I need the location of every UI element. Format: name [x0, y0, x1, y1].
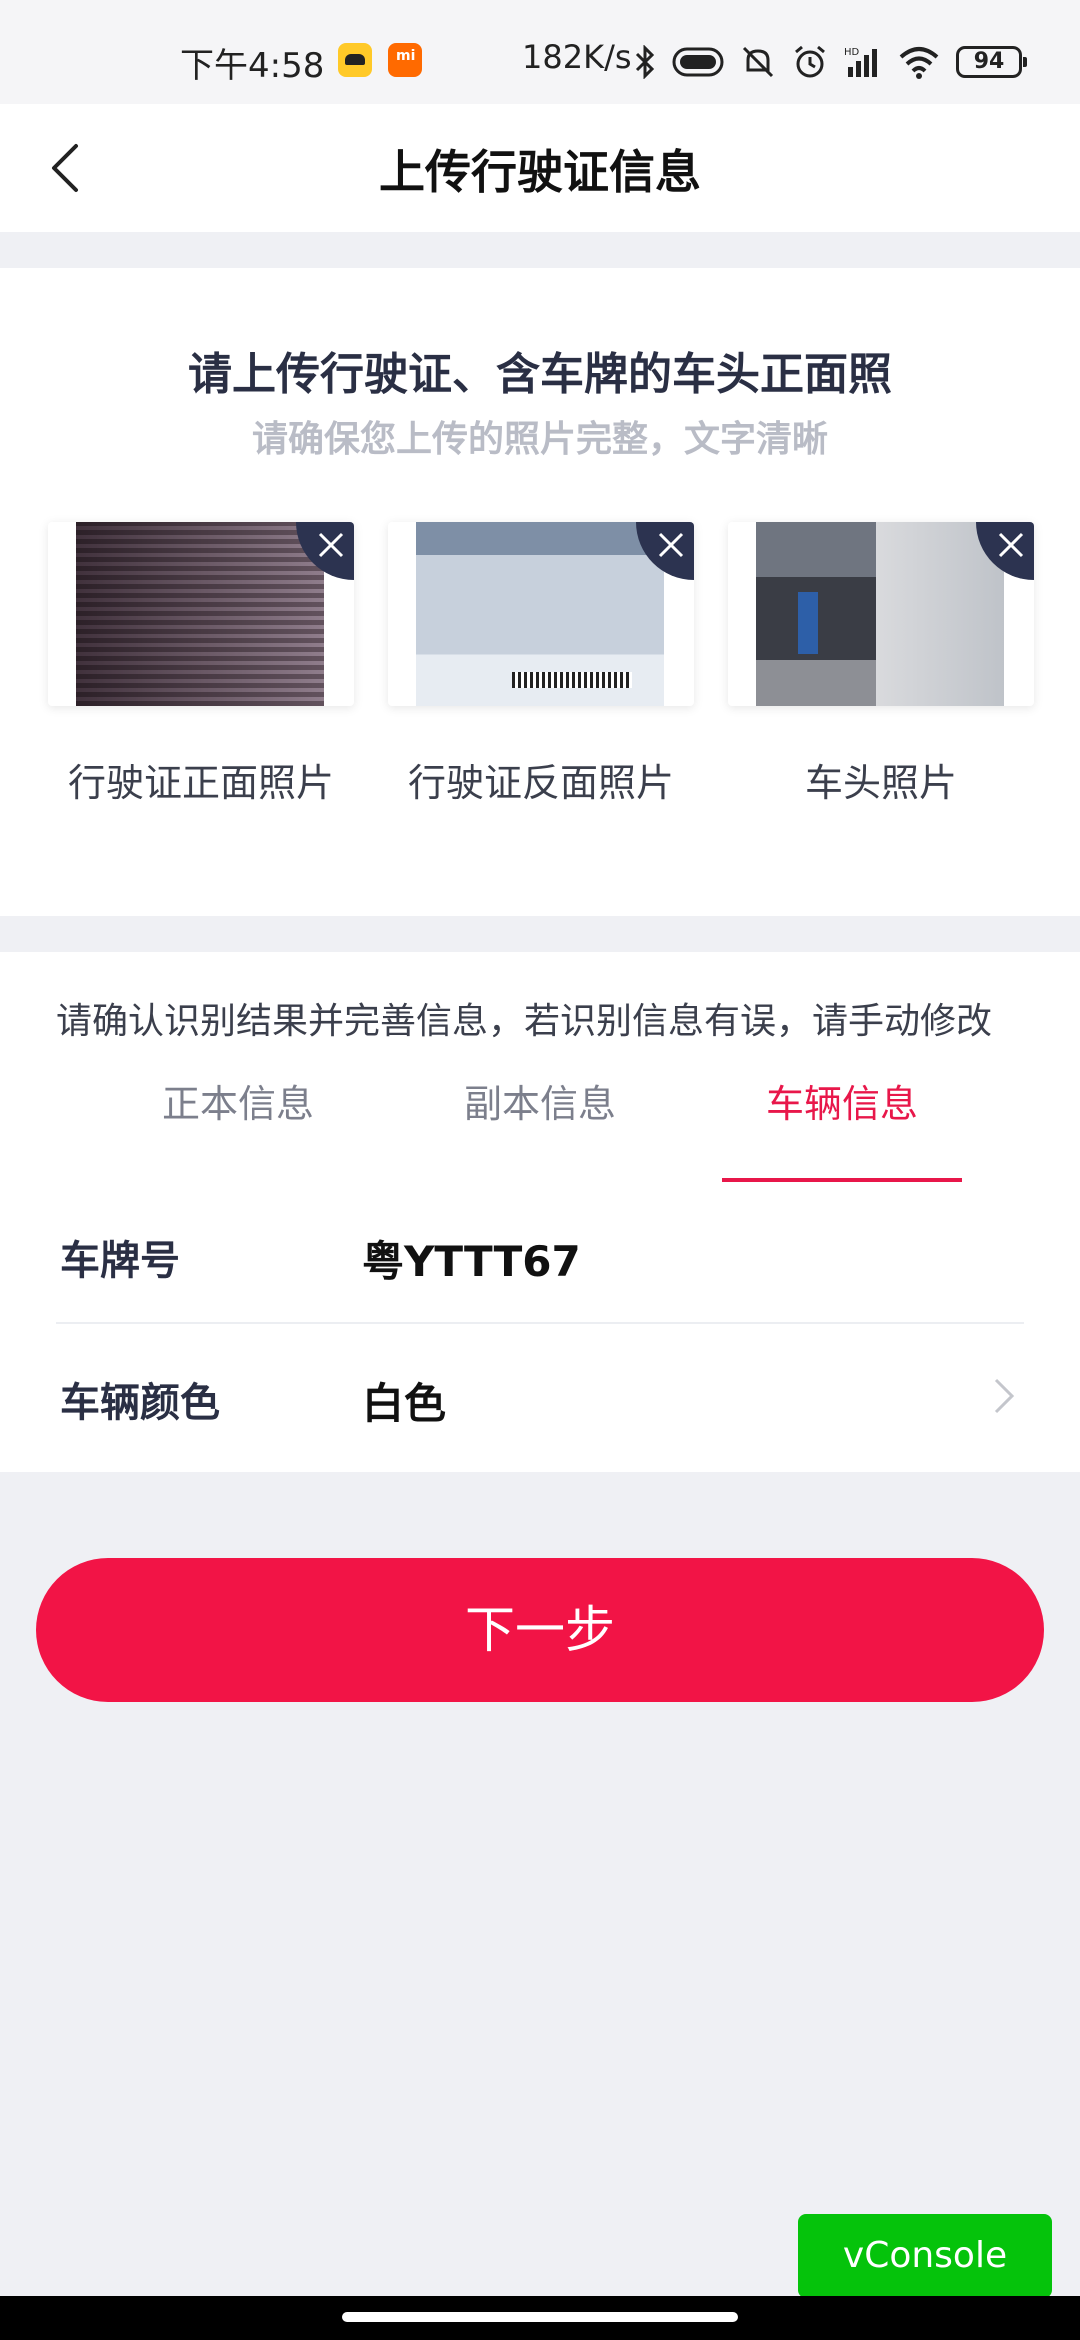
mi-app-icon: [388, 43, 422, 77]
upload-section: 请上传行驶证、含车牌的车头正面照 请确保您上传的照片完整，文字清晰 行驶证正面照…: [0, 268, 1080, 916]
page-title: 上传行驶证信息: [379, 145, 701, 199]
status-bar: 下午4:58 182K/s HD: [0, 0, 1080, 104]
photo-label: 行驶证反面照片: [407, 761, 674, 805]
vehicle-color-row[interactable]: 车辆颜色 白色: [56, 1326, 1024, 1466]
tab-vehicle-info[interactable]: 车辆信息: [722, 1072, 962, 1172]
upload-title: 请上传行驶证、含车牌的车头正面照: [188, 349, 892, 400]
photo-label: 车头照片: [804, 761, 957, 805]
license-back-photo[interactable]: [388, 522, 694, 706]
signal-icon: HD: [844, 47, 877, 77]
alarm-icon: [795, 45, 825, 78]
car-front-photo[interactable]: [728, 522, 1034, 706]
vconsole-button[interactable]: vConsole: [798, 2214, 1052, 2298]
page: 下午4:58 182K/s HD: [0, 0, 1080, 2340]
close-icon: [658, 532, 684, 558]
header: 上传行驶证信息: [0, 104, 1080, 232]
license-back-image: [416, 522, 664, 706]
status-icons: HD 94: [634, 40, 1027, 84]
close-icon: [318, 532, 344, 558]
chevron-right-icon: [994, 1378, 1015, 1414]
close-icon: [998, 532, 1024, 558]
network-speed: 182K/s: [522, 38, 632, 76]
confirm-note: 请确认识别结果并完善信息，若识别信息有误，请手动修改: [56, 1001, 993, 1042]
active-tab-indicator: [722, 1178, 962, 1182]
battery-icon: 94: [956, 46, 1027, 78]
mute-icon: [742, 46, 774, 78]
license-front-image: [76, 522, 324, 706]
next-button[interactable]: 下一步: [36, 1558, 1044, 1702]
vehicle-color-value: 白色: [362, 1379, 447, 1428]
plate-number-row[interactable]: 车牌号 粤YTTT67: [56, 1184, 1024, 1324]
toggle-icon: [672, 47, 724, 77]
upload-subtitle: 请确保您上传的照片完整，文字清晰: [251, 419, 828, 460]
car-front-image: [756, 522, 1004, 706]
photo-label: 行驶证正面照片: [67, 761, 334, 805]
tab-original-info[interactable]: 正本信息: [118, 1072, 358, 1172]
confirm-section: 请确认识别结果并完善信息，若识别信息有误，请手动修改 正本信息 副本信息 车辆信…: [0, 952, 1080, 1472]
wifi-icon: [899, 47, 939, 79]
tab-copy-info[interactable]: 副本信息: [420, 1072, 660, 1172]
plate-number-value[interactable]: 粤YTTT67: [362, 1228, 581, 1289]
home-indicator[interactable]: [342, 2312, 738, 2322]
navigation-bar: [0, 2296, 1080, 2340]
svg-text:HD: HD: [844, 47, 860, 58]
bluetooth-icon: [635, 45, 655, 79]
status-time: 下午4:58: [180, 46, 325, 86]
plate-number-label: 车牌号: [60, 1238, 180, 1284]
vehicle-color-label: 车辆颜色: [60, 1380, 220, 1426]
info-tabs: 正本信息 副本信息 车辆信息: [0, 1072, 1080, 1172]
car-app-icon: [338, 43, 372, 77]
license-front-photo[interactable]: [48, 522, 354, 706]
